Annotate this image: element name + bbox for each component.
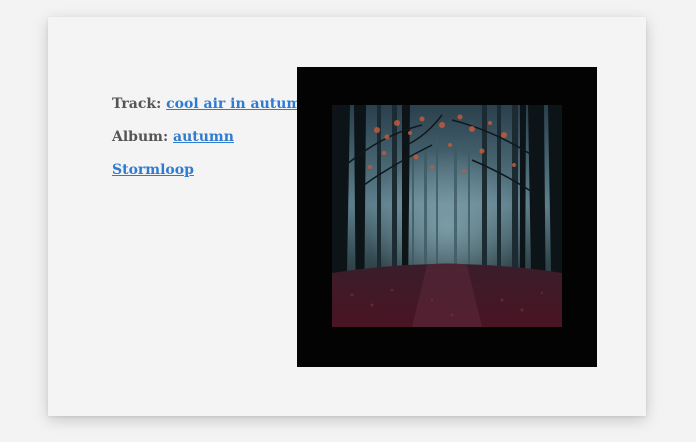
album-art-frame [297,67,597,367]
track-info: Track: cool air in autumn Album: autumn … [112,95,311,194]
artist-link[interactable]: Stormloop [112,162,194,178]
track-label: Track: [112,96,162,112]
player-card: Track: cool air in autumn Album: autumn … [48,17,646,416]
track-link[interactable]: cool air in autumn [166,96,311,112]
album-link[interactable]: autumn [173,129,234,145]
artist-row: Stormloop [112,161,311,179]
album-art-image [332,105,562,327]
track-row: Track: cool air in autumn [112,95,311,113]
album-row: Album: autumn [112,128,311,146]
album-label: Album: [112,129,169,145]
forest-image-icon [332,105,562,327]
